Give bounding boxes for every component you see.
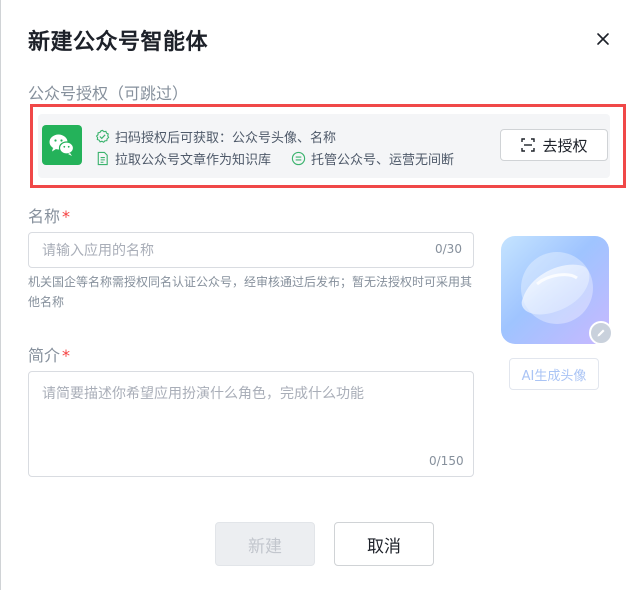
name-hint: 机关国企等名称需授权同名认证公众号，经审核通过后发布；暂无法授权时可采用其他名称	[28, 275, 473, 309]
intro-textarea-wrapper	[28, 371, 474, 477]
scan-icon	[521, 138, 536, 152]
verified-check-icon	[95, 129, 110, 143]
document-icon	[97, 151, 108, 166]
cancel-button[interactable]: 取消	[334, 522, 434, 566]
intro-char-counter: 0/150	[429, 454, 464, 468]
required-mark: *	[62, 207, 71, 226]
feature-avatar-name: 扫码授权后可获取：公众号头像、名称	[95, 127, 336, 146]
name-input-wrapper	[28, 232, 474, 269]
authorize-button[interactable]: 去授权	[500, 129, 608, 161]
required-mark: *	[62, 346, 71, 365]
window-edge	[0, 0, 1, 590]
create-button[interactable]: 新建	[215, 522, 315, 566]
name-input[interactable]	[40, 233, 424, 269]
dialog-title: 新建公众号智能体	[28, 30, 209, 55]
intro-textarea[interactable]	[40, 381, 464, 445]
auth-section-label: 公众号授权（可跳过）	[28, 84, 189, 103]
name-char-counter: 0/30	[435, 242, 462, 256]
authorize-button-label: 去授权	[542, 136, 588, 155]
close-icon[interactable]	[592, 28, 614, 50]
ai-generate-avatar-button[interactable]: AI生成头像	[509, 358, 599, 390]
list-circle-icon	[291, 151, 306, 166]
intro-label: 简介 *	[28, 346, 71, 365]
edit-pencil-icon[interactable]	[589, 321, 613, 345]
feature-articles-knowledge: 拉取公众号文章作为知识库	[95, 149, 271, 168]
feature-managed-operation: 托管公众号、运营无间断	[291, 149, 454, 168]
name-label: 名称 *	[28, 207, 71, 226]
wechat-logo-icon	[42, 125, 82, 165]
